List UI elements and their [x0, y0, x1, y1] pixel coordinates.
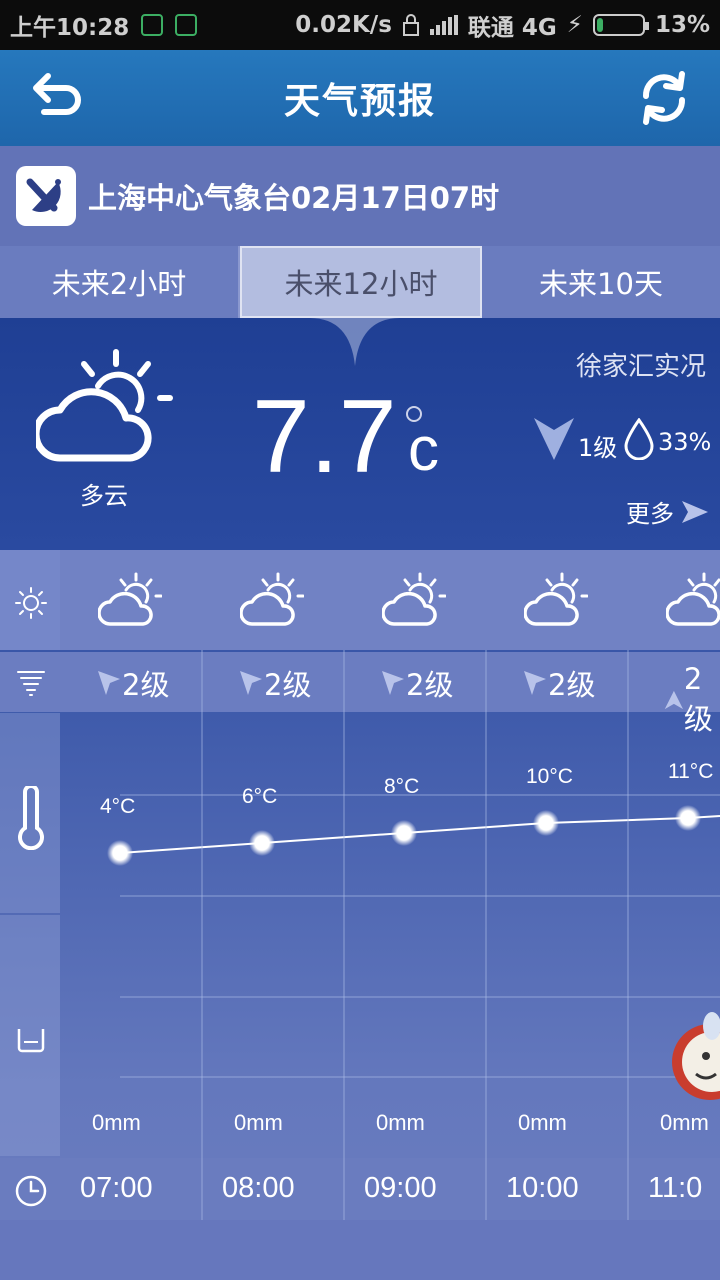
column-divider	[627, 650, 629, 1220]
charging-icon: ⚡	[566, 12, 583, 38]
wind-direction-icon	[382, 671, 404, 695]
forecast-temp-label: 10°C	[526, 765, 573, 788]
wind-direction-icon	[98, 671, 120, 695]
humidity-drop-icon	[624, 418, 654, 460]
forecast-wind: 2级	[96, 662, 169, 704]
battery-fill	[596, 18, 603, 32]
station-label: 徐家汇实况	[575, 352, 706, 382]
back-icon[interactable]	[26, 68, 86, 128]
forecast-time-label: 07:00	[80, 1172, 153, 1204]
column-divider	[201, 650, 203, 1220]
current-conditions: 多云 7.7 c 徐家汇实况 1级 33% 更多	[0, 318, 720, 550]
signal-icon	[429, 15, 458, 35]
forecast-wind-label: 2级	[683, 662, 713, 736]
partly-cloudy-icon	[382, 572, 446, 626]
forecast-temp-label: 6°C	[242, 785, 278, 808]
forecast-tabs: 未来2小时 未来12小时 未来10天	[0, 246, 720, 318]
forecast-time-label: 11:0	[648, 1172, 703, 1204]
forecast-time-label: 09:00	[364, 1172, 437, 1204]
forecast-temp-label: 8°C	[384, 775, 420, 798]
forecast-wind-label: 2级	[264, 668, 312, 702]
partly-cloudy-icon	[36, 349, 173, 462]
forecast-wind: 2级	[664, 662, 720, 738]
radar-logo-icon	[16, 166, 76, 226]
temperature-unit: c	[408, 415, 439, 484]
source-row: 上海中心气象台02月17日07时	[0, 146, 720, 246]
current-temperature: 7.7	[252, 379, 397, 495]
title-bar: 天气预报	[0, 50, 720, 146]
forecast-wind-label: 2级	[122, 668, 170, 702]
forecast-time-label: 08:00	[222, 1172, 295, 1204]
forecast-rain-label: 0mm	[518, 1110, 567, 1135]
partly-cloudy-icon	[98, 572, 162, 626]
tab-pointer-icon	[310, 318, 400, 366]
forecast-rain-label: 0mm	[376, 1110, 425, 1135]
wind-direction-icon	[240, 671, 262, 695]
temperature-point	[107, 840, 133, 866]
temperature-point	[533, 810, 559, 836]
tab-12-hours[interactable]: 未来12小时	[240, 246, 482, 318]
tab-2-hours[interactable]: 未来2小时	[0, 246, 240, 318]
forecast-rain-label: 0mm	[92, 1110, 141, 1135]
forecast-wind: 2级	[380, 662, 453, 704]
source-text: 上海中心气象台02月17日07时	[88, 181, 500, 215]
shield-icon	[141, 14, 164, 36]
humidity-value: 33%	[658, 428, 712, 456]
forecast-temp-label: 4°C	[100, 795, 136, 818]
forecast-wind-label: 2级	[406, 668, 454, 702]
forecast-grid: 2级 4°C 0mm 07:00 2级 6°C 0mm 08:00 2级 8°C 0mm 09:00 2…	[0, 550, 720, 1220]
app-notification-icon	[175, 14, 198, 36]
forecast-rain-label: 0mm	[234, 1110, 283, 1135]
battery-icon	[592, 14, 649, 36]
carrier-label: 联通 4G	[467, 15, 557, 41]
partly-cloudy-icon	[666, 572, 720, 626]
temperature-line	[119, 815, 720, 854]
forecast-rain-label: 0mm	[660, 1110, 709, 1135]
wind-direction-icon	[664, 690, 684, 710]
partly-cloudy-icon	[240, 572, 304, 626]
forecast-wind-label: 2级	[548, 668, 596, 702]
more-label: 更多	[626, 500, 674, 528]
page-title: 天气预报	[283, 81, 436, 122]
mascot-icon[interactable]	[666, 1012, 720, 1112]
status-bar: 上午10:28 0.02K/s 联通 4G ⚡ 13%	[0, 0, 720, 50]
temperature-point	[391, 820, 417, 846]
lock-icon	[402, 14, 419, 36]
more-link[interactable]: 更多	[626, 494, 710, 529]
temperature-point	[675, 805, 701, 831]
condition-label: 多云	[80, 482, 128, 510]
network-speed: 0.02K/s	[295, 12, 392, 38]
tab-10-days[interactable]: 未来10天	[482, 246, 720, 318]
forecast-temp-label: 11°C	[668, 760, 714, 783]
wind-direction-icon	[534, 418, 574, 460]
battery-percent: 13%	[654, 12, 710, 38]
forecast-time-label: 10:00	[506, 1172, 579, 1204]
forecast-wind: 2级	[238, 662, 311, 704]
temperature-point	[249, 830, 275, 856]
refresh-icon[interactable]	[634, 68, 694, 128]
forecast-wind: 2级	[522, 662, 595, 704]
bottom-band	[0, 1220, 720, 1280]
status-time: 上午10:28	[10, 15, 130, 41]
wind-direction-icon	[524, 671, 546, 695]
column-divider	[485, 650, 487, 1220]
wind-level: 1级	[578, 434, 618, 462]
arrow-right-icon	[682, 500, 708, 523]
partly-cloudy-icon	[524, 572, 588, 626]
column-divider	[343, 650, 345, 1220]
